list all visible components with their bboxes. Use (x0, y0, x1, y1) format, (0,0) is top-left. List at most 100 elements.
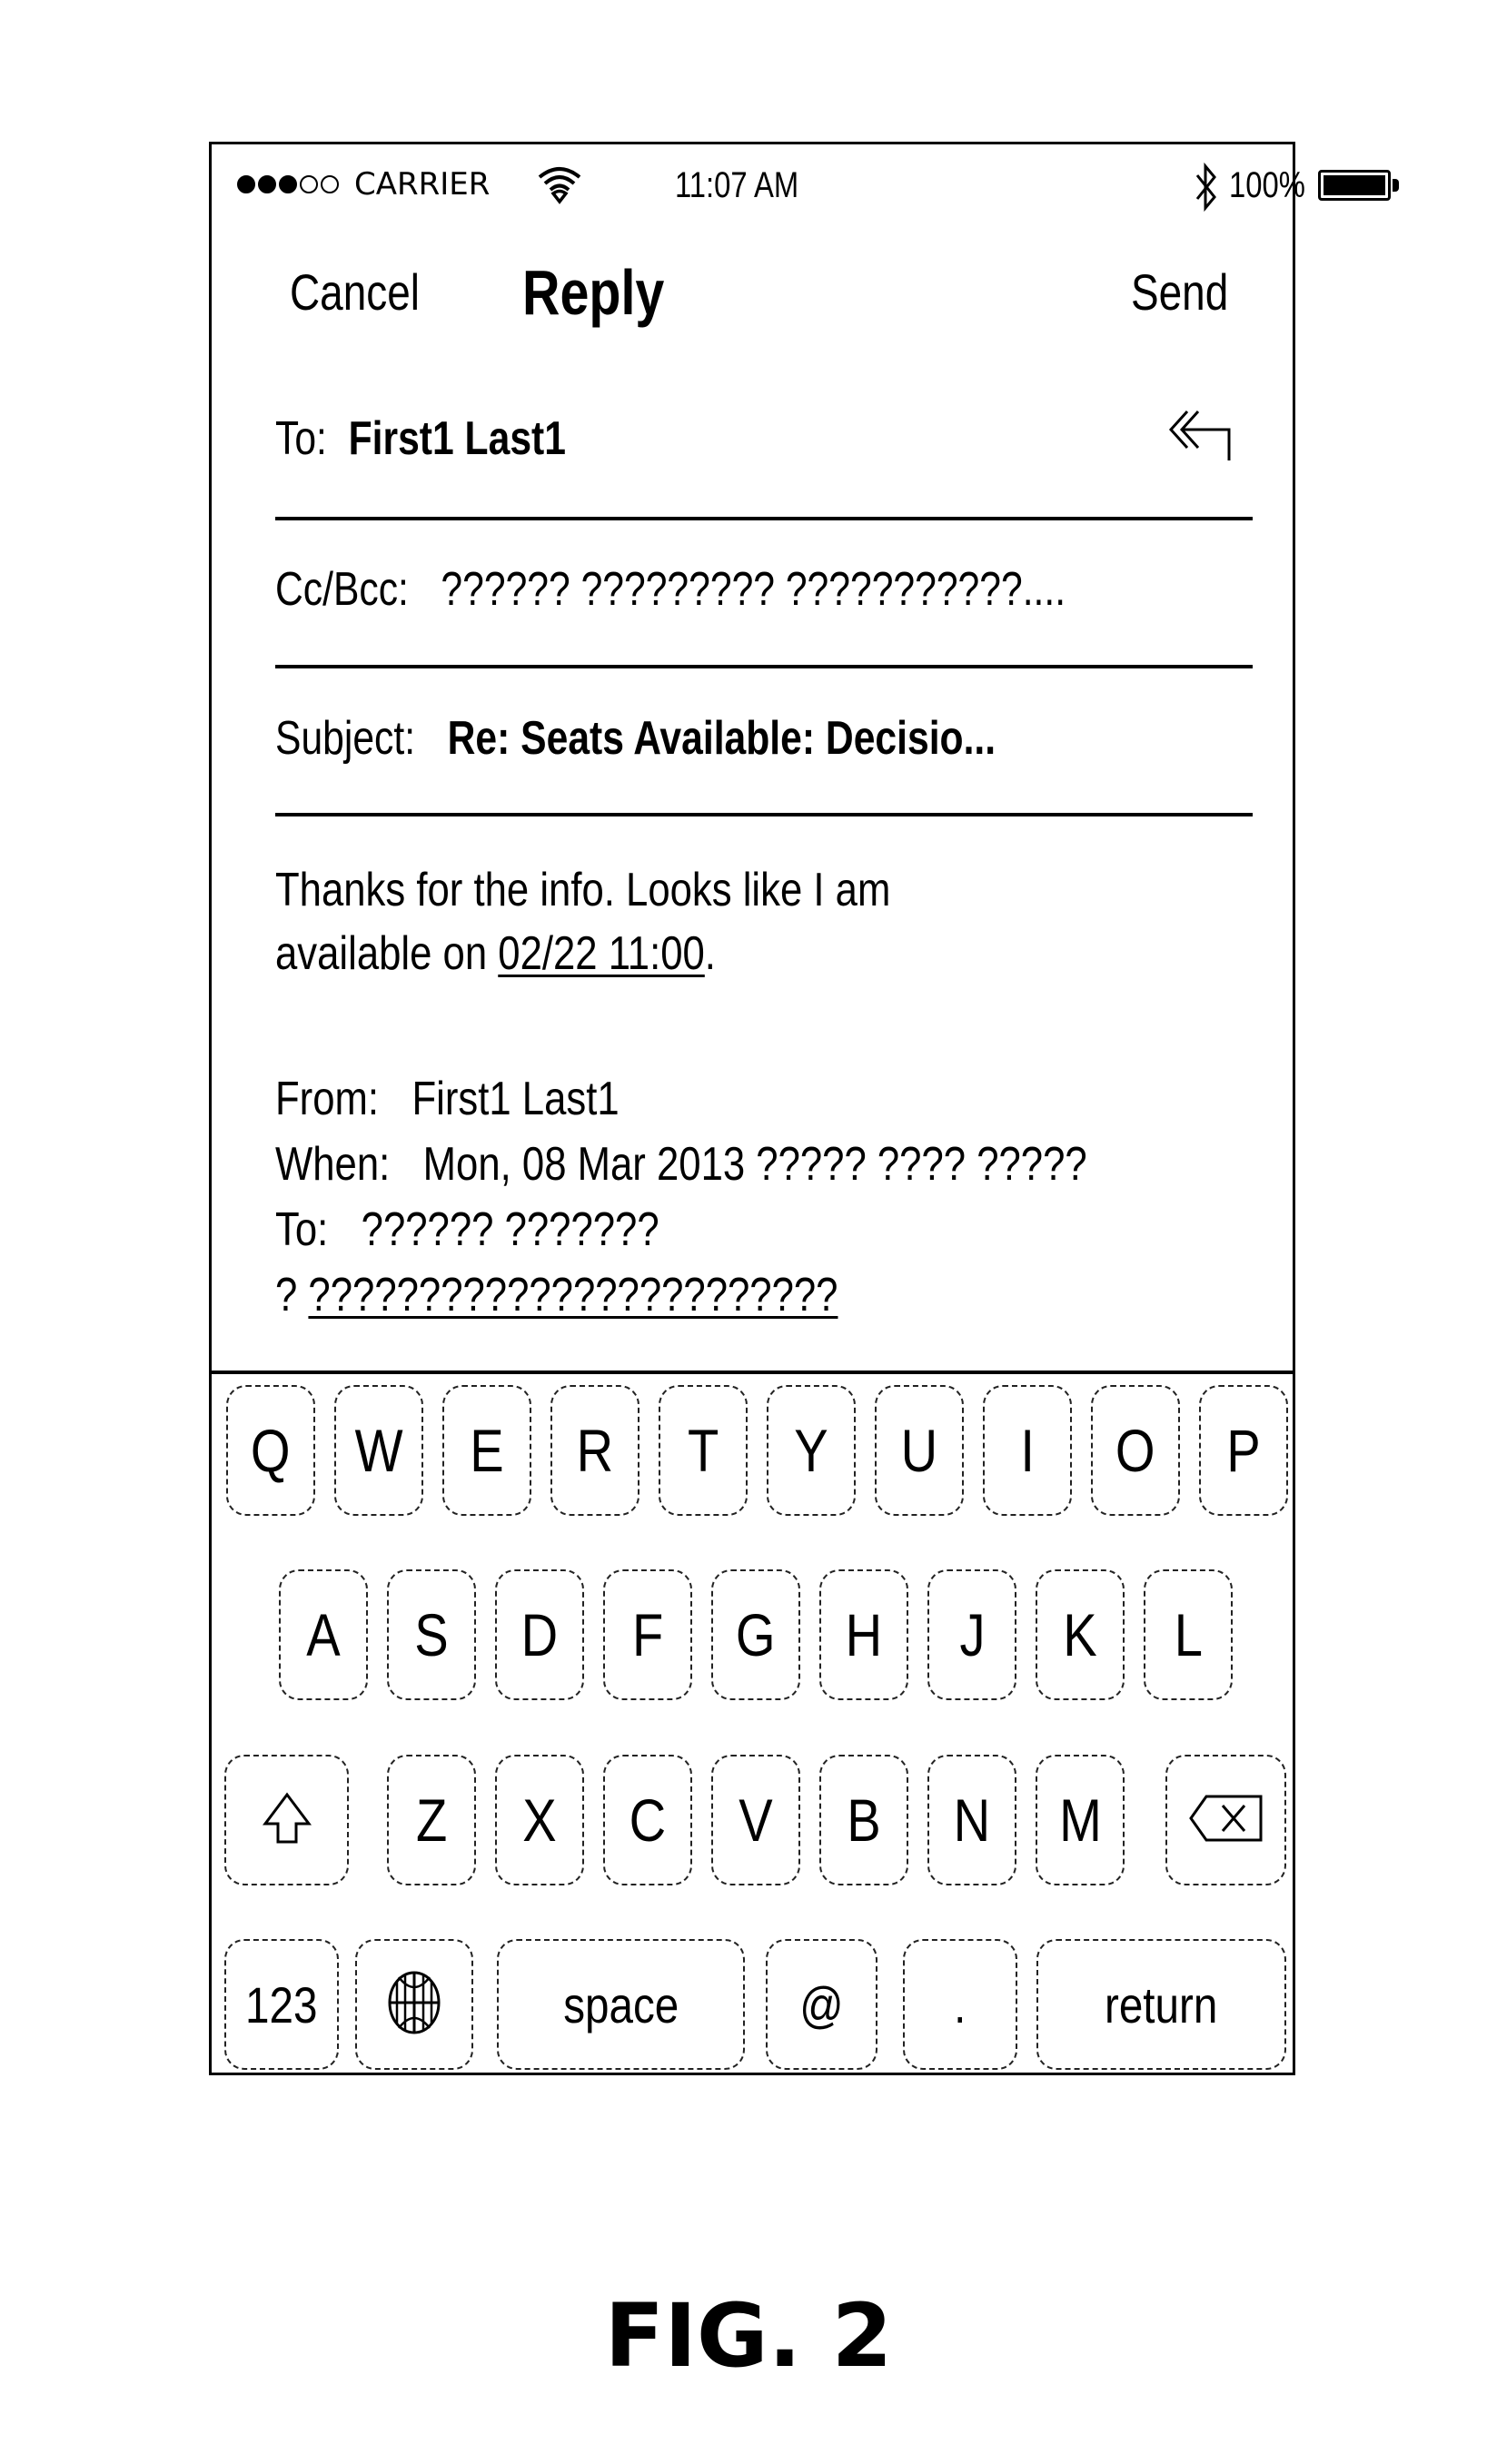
quoted-to-value: ?????? ??????? (361, 1203, 659, 1256)
from-label: From: (275, 1073, 380, 1125)
wifi-icon (538, 167, 581, 204)
status-time: 11:07 AM (675, 165, 799, 205)
key-w[interactable]: W (334, 1385, 423, 1516)
divider (275, 517, 1253, 520)
to-field[interactable]: To: First1 Last1 (275, 410, 566, 468)
key-label: H (845, 1601, 883, 1668)
delete-key[interactable] (1165, 1755, 1286, 1885)
key-label: V (739, 1786, 773, 1854)
to-recipient[interactable]: First1 Last1 (349, 412, 566, 465)
divider (275, 665, 1253, 668)
from-value: First1 Last1 (411, 1073, 620, 1125)
subject-field[interactable]: Subject: Re: Seats Available: Decisio... (275, 709, 996, 767)
key-o[interactable]: O (1091, 1385, 1180, 1516)
phone-screen: CARRIER 11:07 AM 100% Cancel Reply Send … (209, 142, 1399, 2075)
cancel-button[interactable]: Cancel (290, 261, 420, 324)
body-line-1[interactable]: Thanks for the info. Looks like I am (275, 858, 890, 922)
quoted-from: From: First1 Last1 (275, 1067, 620, 1131)
key-l[interactable]: L (1144, 1569, 1233, 1700)
numbers-key[interactable]: 123 (224, 1939, 339, 2070)
key-a[interactable]: A (279, 1569, 368, 1700)
key-label: R (576, 1417, 614, 1484)
cc-bcc-label: Cc/Bcc: (275, 563, 409, 616)
signal-dot (258, 175, 276, 193)
body-text: available on (275, 927, 499, 980)
key-label: K (1063, 1601, 1097, 1668)
key-m[interactable]: M (1036, 1755, 1125, 1885)
key-label: L (1174, 1601, 1203, 1668)
cc-bcc-value: ?????? ????????? ???????????.... (441, 563, 1066, 616)
key-label: X (522, 1786, 557, 1854)
space-key[interactable]: space (497, 1939, 745, 2070)
quoted-to: To: ?????? ??????? (275, 1198, 659, 1262)
divider (275, 813, 1253, 816)
at-key[interactable]: @ (766, 1939, 877, 2070)
key-label: G (736, 1601, 776, 1668)
globe-icon (386, 1970, 442, 2040)
key-p[interactable]: P (1199, 1385, 1288, 1516)
key-label: T (687, 1417, 719, 1484)
signal-strength-icon (237, 175, 339, 193)
signal-dot (321, 175, 339, 193)
date-time-link[interactable]: 02/22 11:00 (498, 927, 705, 980)
key-n[interactable]: N (927, 1755, 1016, 1885)
key-e[interactable]: E (442, 1385, 531, 1516)
body-line-2[interactable]: available on 02/22 11:00. (275, 922, 716, 985)
key-label: Z (415, 1786, 448, 1854)
globe-key[interactable] (355, 1939, 473, 2070)
key-label: J (958, 1601, 986, 1668)
key-u[interactable]: U (875, 1385, 964, 1516)
quoted-extra: ? ???????????????????????? (275, 1263, 838, 1327)
cc-bcc-field[interactable]: Cc/Bcc: ?????? ????????? ???????????.... (275, 560, 1066, 618)
dot-key[interactable]: . (903, 1939, 1017, 2070)
key-label: F (631, 1601, 664, 1668)
battery-percent: 100% (1229, 165, 1305, 205)
subject-value: Re: Seats Available: Decisio... (447, 712, 996, 765)
signal-dot (237, 175, 255, 193)
key-label: . (954, 1975, 967, 2034)
key-x[interactable]: X (495, 1755, 584, 1885)
key-label: W (354, 1417, 403, 1484)
quoted-to-label: To: (275, 1203, 329, 1256)
key-g[interactable]: G (711, 1569, 800, 1700)
key-label: 123 (245, 1975, 318, 2034)
key-d[interactable]: D (495, 1569, 584, 1700)
key-label: I (1020, 1417, 1035, 1484)
return-key[interactable]: return (1036, 1939, 1286, 2070)
key-z[interactable]: Z (387, 1755, 476, 1885)
body-text: . (704, 927, 716, 980)
shift-icon (262, 1791, 312, 1850)
key-j[interactable]: J (927, 1569, 1016, 1700)
key-r[interactable]: R (550, 1385, 639, 1516)
key-label: S (414, 1601, 449, 1668)
key-label: U (900, 1417, 938, 1484)
when-label: When: (275, 1138, 391, 1191)
key-k[interactable]: K (1036, 1569, 1125, 1700)
key-label: E (470, 1417, 504, 1484)
key-label: P (1226, 1417, 1261, 1484)
key-y[interactable]: Y (767, 1385, 856, 1516)
key-label: @ (799, 1975, 844, 2034)
key-q[interactable]: Q (226, 1385, 315, 1516)
key-v[interactable]: V (711, 1755, 800, 1885)
reply-all-icon[interactable] (1167, 408, 1233, 462)
key-label: D (520, 1601, 559, 1668)
when-value: Mon, 08 Mar 2013 ????? ???? ????? (422, 1138, 1087, 1191)
shift-key[interactable] (224, 1755, 349, 1885)
key-label: A (306, 1601, 341, 1668)
send-button[interactable]: Send (1131, 261, 1228, 324)
carrier-name: CARRIER (354, 166, 491, 203)
quoted-extra-link[interactable]: ???????????????????????? (308, 1269, 838, 1321)
key-f[interactable]: F (603, 1569, 692, 1700)
key-label: O (1115, 1417, 1155, 1484)
page-title: Reply (522, 257, 665, 328)
key-i[interactable]: I (983, 1385, 1072, 1516)
key-s[interactable]: S (387, 1569, 476, 1700)
subject-label: Subject: (275, 712, 416, 765)
key-label: space (562, 1975, 679, 2034)
key-t[interactable]: T (659, 1385, 748, 1516)
quoted-extra-prefix: ? (275, 1269, 298, 1321)
key-b[interactable]: B (819, 1755, 908, 1885)
key-h[interactable]: H (819, 1569, 908, 1700)
key-c[interactable]: C (603, 1755, 692, 1885)
